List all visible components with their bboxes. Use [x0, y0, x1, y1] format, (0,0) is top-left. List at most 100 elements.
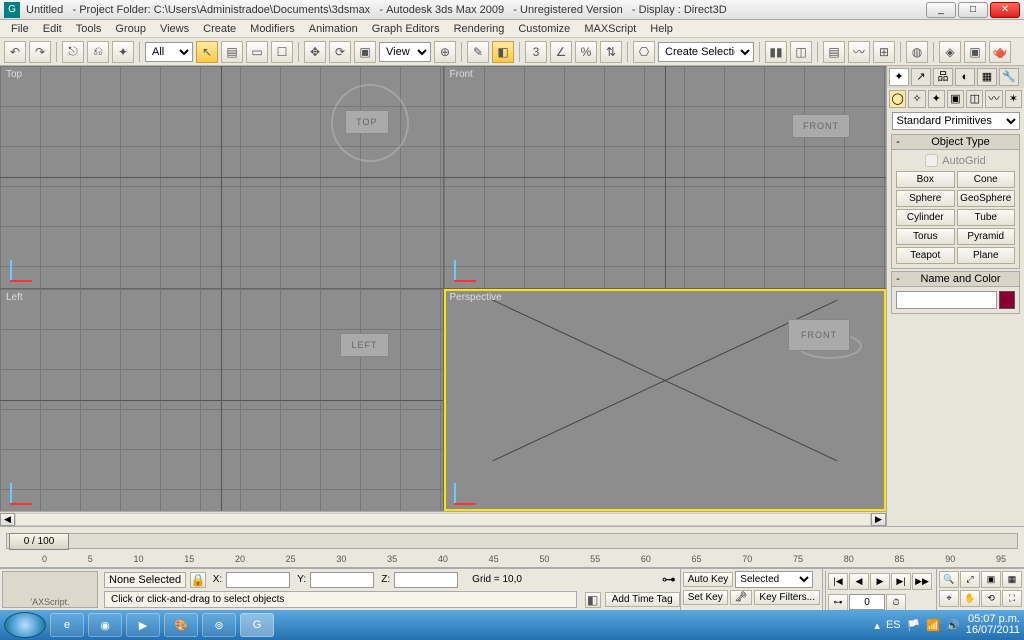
- shapes-cat-icon[interactable]: ✧: [908, 90, 925, 108]
- spacewarps-cat-icon[interactable]: 〰: [985, 90, 1002, 108]
- geometry-cat-icon[interactable]: ◯: [889, 90, 906, 108]
- viewport-perspective[interactable]: Perspective FRONT: [444, 289, 887, 511]
- systems-cat-icon[interactable]: ✶: [1005, 90, 1022, 108]
- selection-filter[interactable]: All: [145, 42, 193, 62]
- modify-tab-icon[interactable]: ↗: [911, 68, 931, 86]
- menu-rendering[interactable]: Rendering: [447, 23, 512, 35]
- viewport-top[interactable]: Top TOP: [0, 66, 443, 288]
- add-time-tag-button[interactable]: Add Time Tag: [605, 592, 680, 607]
- maximize-button[interactable]: □: [958, 2, 988, 18]
- time-slider-knob[interactable]: 0 / 100: [9, 533, 69, 550]
- menu-animation[interactable]: Animation: [302, 23, 365, 35]
- manipulate-button[interactable]: ✎: [467, 41, 489, 63]
- cylinder-button[interactable]: Cylinder: [896, 209, 955, 226]
- menu-create[interactable]: Create: [196, 23, 243, 35]
- scale-button[interactable]: ▣: [354, 41, 376, 63]
- goto-end-button[interactable]: ▶▶: [912, 573, 932, 590]
- spinner-snap-button[interactable]: ⇅: [600, 41, 622, 63]
- rotate-button[interactable]: ⟳: [329, 41, 351, 63]
- key-filter-mode[interactable]: Selected: [735, 571, 813, 588]
- menu-tools[interactable]: Tools: [69, 23, 109, 35]
- viewcube-persp[interactable]: FRONT: [788, 319, 850, 351]
- menu-modifiers[interactable]: Modifiers: [243, 23, 302, 35]
- curve-editor-button[interactable]: 〰: [848, 41, 870, 63]
- viewport-front[interactable]: Front FRONT: [444, 66, 887, 288]
- zoom-extents-button[interactable]: ▣: [981, 571, 1001, 588]
- window-crossing-button[interactable]: ☐: [271, 41, 293, 63]
- object-color-swatch[interactable]: [999, 291, 1015, 309]
- key-mode-button[interactable]: ⊶: [828, 594, 848, 611]
- helpers-cat-icon[interactable]: ◫: [966, 90, 983, 108]
- rect-region-button[interactable]: ▭: [246, 41, 268, 63]
- tube-button[interactable]: Tube: [957, 209, 1016, 226]
- zoom-extents-all-button[interactable]: ▦: [1002, 571, 1022, 588]
- select-by-name-button[interactable]: ▤: [221, 41, 243, 63]
- current-frame-input[interactable]: [849, 594, 885, 610]
- set-key-big-button[interactable]: 🗝: [730, 590, 753, 605]
- display-tab-icon[interactable]: ▦: [977, 68, 997, 86]
- snap-toggle[interactable]: 3: [525, 41, 547, 63]
- lights-cat-icon[interactable]: ✦: [928, 90, 945, 108]
- move-button[interactable]: ✥: [304, 41, 326, 63]
- schematic-view-button[interactable]: ⊞: [873, 41, 895, 63]
- utilities-tab-icon[interactable]: 🔧: [999, 68, 1019, 86]
- tray-volume-icon[interactable]: 🔊: [946, 619, 960, 632]
- percent-snap-button[interactable]: %: [575, 41, 597, 63]
- maxscript-listener[interactable]: 'AXScript.: [2, 571, 98, 608]
- task-3dsmax-icon[interactable]: G: [240, 613, 274, 637]
- rendered-frame-button[interactable]: ▣: [964, 41, 986, 63]
- zoom-button[interactable]: 🔍: [939, 571, 959, 588]
- ref-coord-system[interactable]: View: [379, 42, 431, 62]
- task-steam-icon[interactable]: ⊚: [202, 613, 236, 637]
- minimize-button[interactable]: _: [926, 2, 956, 18]
- start-button[interactable]: [4, 612, 46, 638]
- edit-named-sel-button[interactable]: ⎔: [633, 41, 655, 63]
- pyramid-button[interactable]: Pyramid: [957, 228, 1016, 245]
- tray-network-icon[interactable]: 📶: [926, 619, 940, 632]
- menu-group[interactable]: Group: [108, 23, 153, 35]
- time-config-button[interactable]: ⏱: [886, 594, 906, 611]
- layer-manager-button[interactable]: ▤: [823, 41, 845, 63]
- menu-edit[interactable]: Edit: [36, 23, 69, 35]
- select-object-button[interactable]: ↖: [196, 41, 218, 63]
- viewcube-top[interactable]: TOP: [345, 110, 388, 134]
- prev-frame-button[interactable]: ◀: [849, 573, 869, 590]
- viewcube-left[interactable]: LEFT: [340, 333, 388, 357]
- unlink-button[interactable]: ⎌: [87, 41, 109, 63]
- angle-snap-button[interactable]: ∠: [550, 41, 572, 63]
- viewcube-front[interactable]: FRONT: [792, 114, 850, 138]
- sphere-button[interactable]: Sphere: [896, 190, 955, 207]
- goto-start-button[interactable]: |◀: [828, 573, 848, 590]
- clock-date[interactable]: 16/07/2011: [966, 625, 1020, 636]
- cameras-cat-icon[interactable]: ▣: [947, 90, 964, 108]
- menu-file[interactable]: File: [4, 23, 36, 35]
- menu-views[interactable]: Views: [153, 23, 196, 35]
- menu-grapheditors[interactable]: Graph Editors: [365, 23, 447, 35]
- lang-indicator[interactable]: ES: [886, 619, 901, 631]
- menu-maxscript[interactable]: MAXScript: [577, 23, 643, 35]
- keyboard-shortcut-toggle[interactable]: ◧: [492, 41, 514, 63]
- geosphere-button[interactable]: GeoSphere: [957, 190, 1016, 207]
- next-frame-button[interactable]: ▶|: [891, 573, 911, 590]
- object-name-input[interactable]: [896, 291, 997, 309]
- bind-button[interactable]: ✦: [112, 41, 134, 63]
- cone-button[interactable]: Cone: [957, 171, 1016, 188]
- create-tab-icon[interactable]: ✦: [889, 68, 909, 86]
- torus-button[interactable]: Torus: [896, 228, 955, 245]
- viewport-left[interactable]: Left LEFT: [0, 289, 443, 511]
- zoom-all-button[interactable]: ⤢: [960, 571, 980, 588]
- max-toggle-button[interactable]: ⛶: [1002, 590, 1022, 607]
- tray-expand-icon[interactable]: ▴: [874, 619, 880, 632]
- coord-y-input[interactable]: [310, 572, 374, 588]
- coord-z-input[interactable]: [394, 572, 458, 588]
- redo-button[interactable]: ↷: [29, 41, 51, 63]
- pan-button[interactable]: ✋: [960, 590, 980, 607]
- task-paint-icon[interactable]: 🎨: [164, 613, 198, 637]
- hierarchy-tab-icon[interactable]: 品: [933, 68, 953, 86]
- scroll-right-arrow-icon[interactable]: ▶: [871, 513, 886, 526]
- mirror-button[interactable]: ▮▮: [765, 41, 787, 63]
- plane-button[interactable]: Plane: [957, 247, 1016, 264]
- viewport-hscroll[interactable]: ◀ ▶: [0, 511, 886, 526]
- category-select[interactable]: Standard Primitives: [892, 112, 1020, 130]
- auto-key-button[interactable]: Auto Key: [683, 572, 734, 587]
